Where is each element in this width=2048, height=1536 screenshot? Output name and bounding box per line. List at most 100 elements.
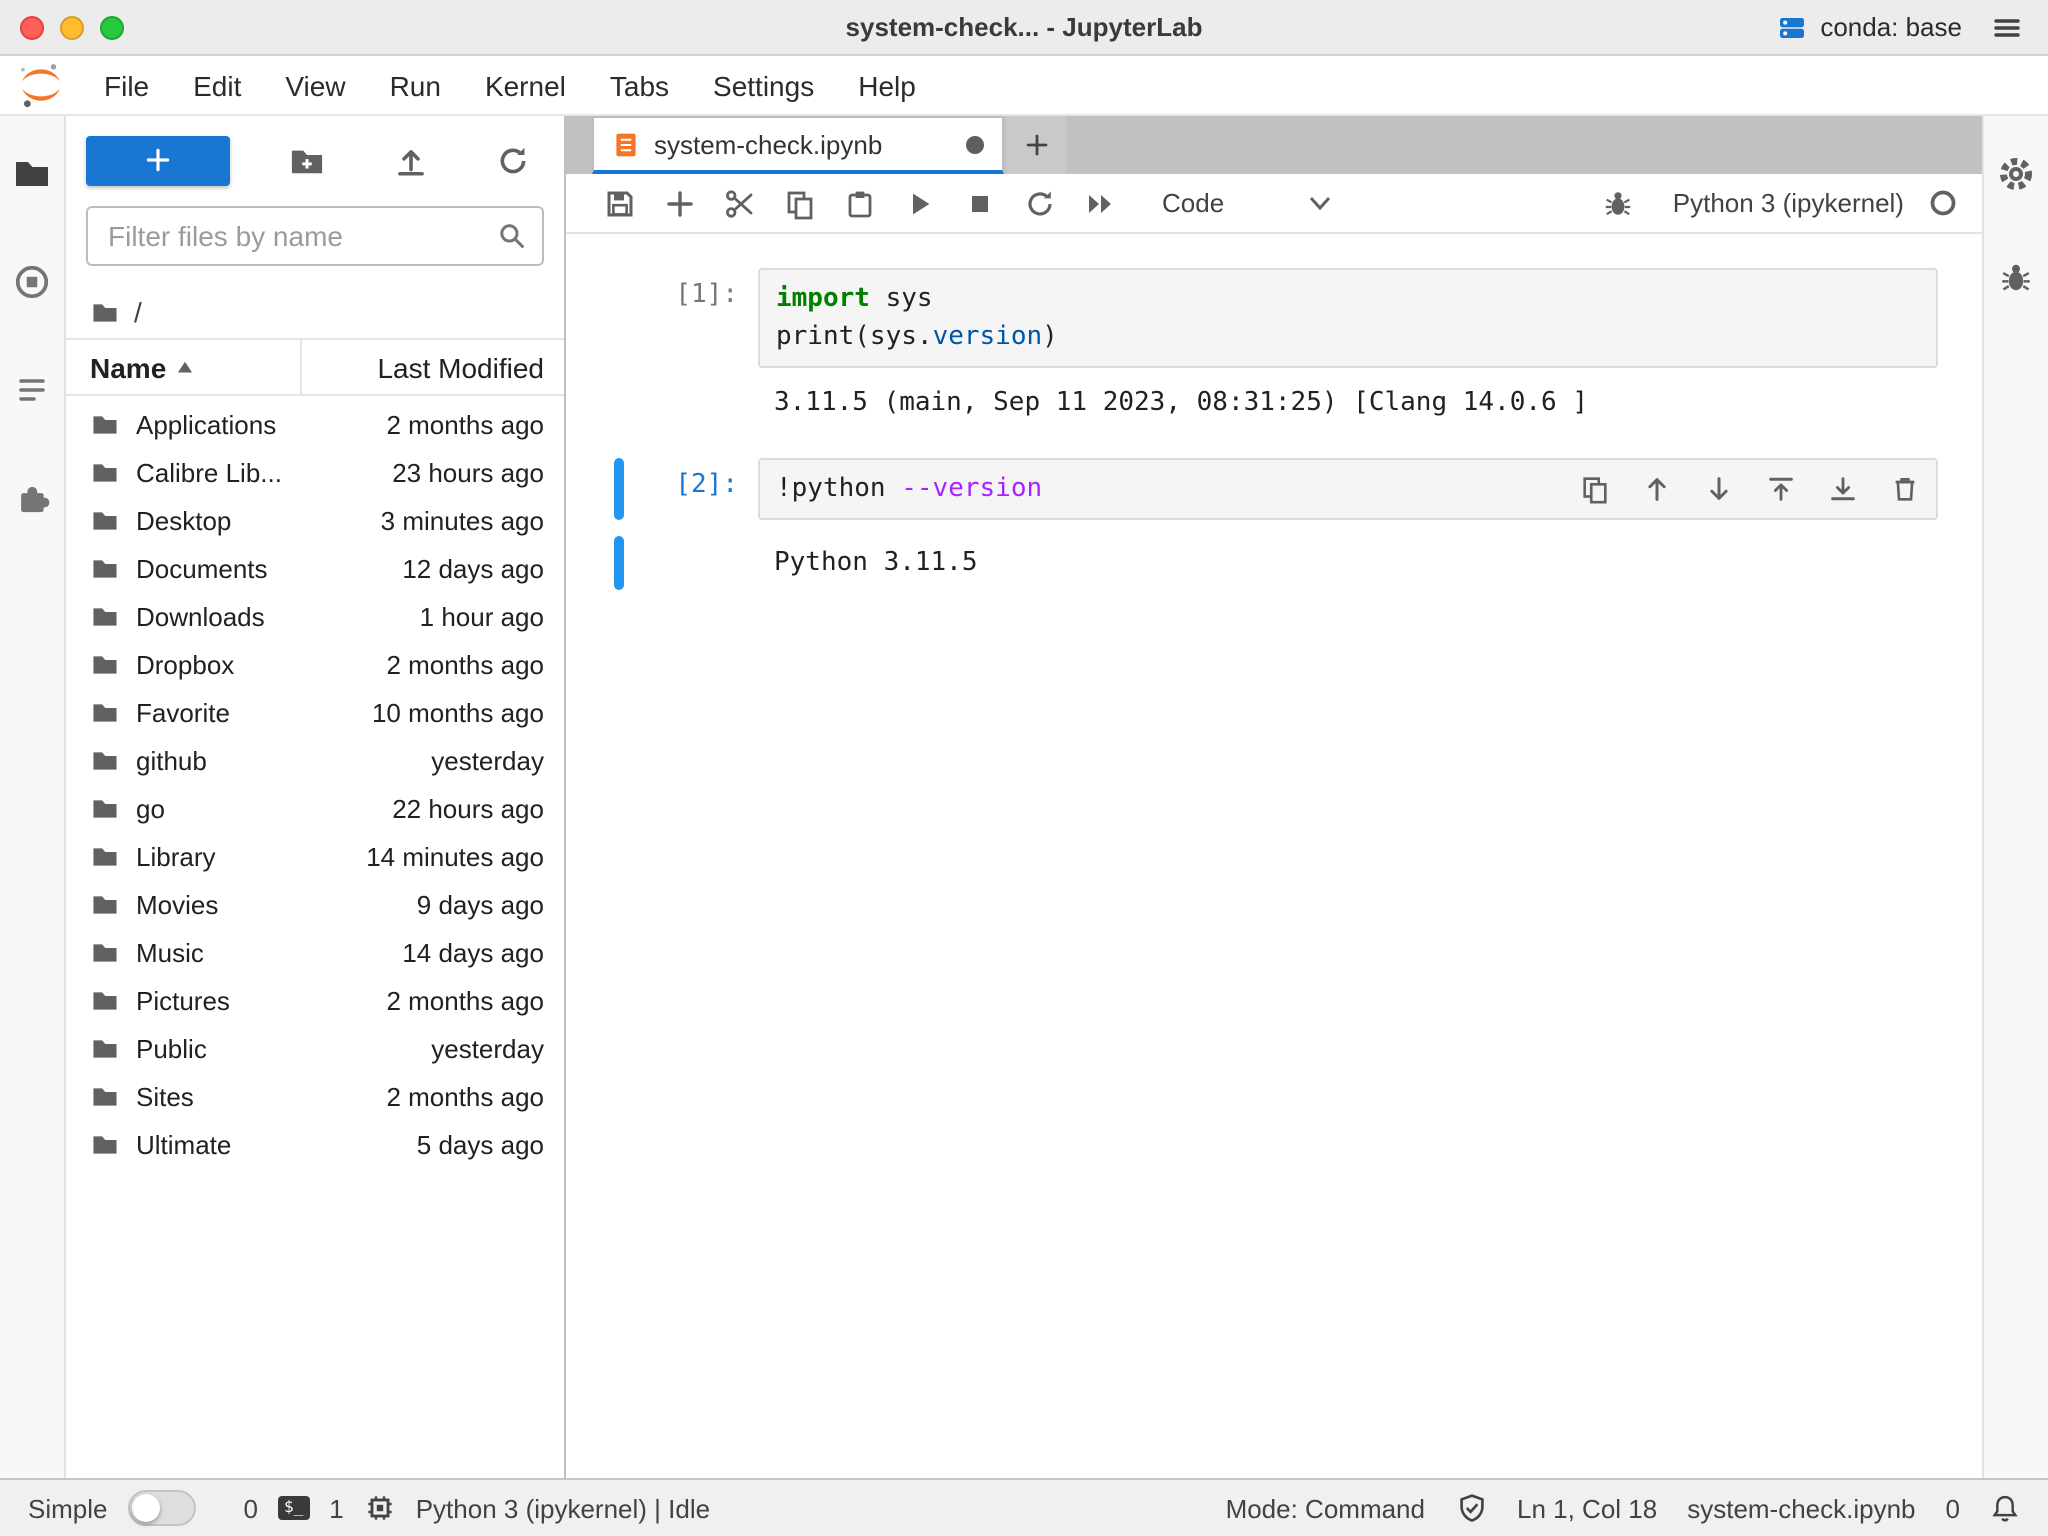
code-line: import sys — [776, 280, 1920, 318]
breadcrumb-root[interactable]: / — [134, 296, 142, 328]
folder-icon — [90, 987, 120, 1013]
property-inspector-gear-icon[interactable] — [1994, 152, 2038, 196]
file-name: go — [136, 793, 165, 823]
debugger-toggle-icon[interactable] — [1589, 175, 1649, 231]
file-modified: 5 days ago — [417, 1129, 544, 1159]
hamburger-menu-icon[interactable] — [1990, 11, 2024, 43]
kernel-chip-icon[interactable] — [364, 1492, 396, 1524]
file-modified: 9 days ago — [417, 889, 544, 919]
paste-cells-button[interactable] — [830, 175, 890, 231]
terminals-count[interactable]: 0 — [244, 1493, 258, 1523]
filter-files-input[interactable] — [86, 206, 544, 266]
file-browser-tab-icon[interactable] — [10, 152, 54, 196]
conda-env-badge[interactable]: conda: base — [1776, 11, 1962, 43]
menu-tabs[interactable]: Tabs — [588, 69, 691, 101]
run-cell-button[interactable] — [890, 175, 950, 231]
file-row[interactable]: Applications 2 months ago — [66, 400, 564, 448]
notebook-content[interactable]: [1]: import sys print(sys.version) 3.11.… — [566, 234, 1982, 1478]
conda-stack-icon — [1776, 11, 1808, 43]
file-row[interactable]: Downloads 1 hour ago — [66, 592, 564, 640]
new-tab-button[interactable] — [1006, 116, 1066, 174]
menu-settings[interactable]: Settings — [691, 69, 836, 101]
file-row[interactable]: github yesterday — [66, 736, 564, 784]
upload-button[interactable] — [385, 134, 437, 186]
file-row[interactable]: Ultimate 5 days ago — [66, 1120, 564, 1168]
interrupt-kernel-button[interactable] — [950, 175, 1010, 231]
move-cell-down-icon[interactable] — [1702, 473, 1734, 505]
kernel-status-text[interactable]: Python 3 (ipykernel) | Idle — [416, 1493, 710, 1523]
move-cell-up-icon[interactable] — [1640, 473, 1672, 505]
folder-icon — [90, 1035, 120, 1061]
folder-icon — [90, 651, 120, 677]
cell-2-output-collapser[interactable] — [614, 536, 624, 590]
simple-mode-toggle[interactable] — [128, 1490, 196, 1526]
file-row[interactable]: Calibre Lib... 23 hours ago — [66, 448, 564, 496]
menu-kernel[interactable]: Kernel — [463, 69, 588, 101]
new-launcher-button[interactable] — [86, 135, 230, 185]
table-of-contents-icon[interactable] — [10, 368, 54, 412]
cursor-position[interactable]: Ln 1, Col 18 — [1517, 1493, 1657, 1523]
code-token: import — [776, 284, 870, 314]
file-row[interactable]: Library 14 minutes ago — [66, 832, 564, 880]
running-kernels-icon[interactable] — [10, 260, 54, 304]
statusbar-filename: system-check.ipynb — [1687, 1493, 1915, 1523]
kernel-status-idle-icon[interactable] — [1928, 188, 1958, 218]
menu-run[interactable]: Run — [368, 69, 463, 101]
file-row[interactable]: go 22 hours ago — [66, 784, 564, 832]
cut-cells-button[interactable] — [710, 175, 770, 231]
menu-file[interactable]: File — [82, 69, 171, 101]
cell-2-code-input[interactable]: !python --version — [758, 458, 1938, 520]
tab-system-check-ipynb[interactable]: system-check.ipynb — [592, 116, 1004, 174]
workspace: system-check.ipynb — [566, 116, 1982, 1478]
trust-shield-icon[interactable] — [1455, 1492, 1487, 1524]
tab-dirty-indicator[interactable] — [966, 135, 984, 153]
kernels-count[interactable]: 1 — [329, 1493, 343, 1523]
code-token: ) — [1042, 322, 1058, 352]
file-row[interactable]: Pictures 2 months ago — [66, 976, 564, 1024]
file-row[interactable]: Dropbox 2 months ago — [66, 640, 564, 688]
file-row[interactable]: Documents 12 days ago — [66, 544, 564, 592]
file-name: Music — [136, 937, 204, 967]
file-row[interactable]: Sites 2 months ago — [66, 1072, 564, 1120]
kernel-name-button[interactable]: Python 3 (ipykernel) — [1673, 188, 1904, 218]
file-row[interactable]: Music 14 days ago — [66, 928, 564, 976]
file-row[interactable]: Public yesterday — [66, 1024, 564, 1072]
column-header-name[interactable]: Name — [66, 340, 300, 394]
conda-env-label: conda: base — [1820, 12, 1962, 42]
cell-1-code-input[interactable]: import sys print(sys.version) — [758, 268, 1938, 368]
file-row[interactable]: Movies 9 days ago — [66, 880, 564, 928]
file-name: Sites — [136, 1081, 194, 1111]
terminal-icon[interactable]: $_ — [278, 1496, 309, 1520]
file-modified: 2 months ago — [386, 649, 544, 679]
column-header-modified[interactable]: Last Modified — [300, 340, 564, 394]
home-folder-icon[interactable] — [90, 299, 120, 325]
cell-2-input-collapser[interactable] — [614, 458, 624, 520]
menu-help[interactable]: Help — [836, 69, 938, 101]
file-row[interactable]: Desktop 3 minutes ago — [66, 496, 564, 544]
file-row[interactable]: Favorite 10 months ago — [66, 688, 564, 736]
folder-icon — [90, 1131, 120, 1157]
restart-kernel-button[interactable] — [1010, 175, 1070, 231]
refresh-button[interactable] — [488, 134, 540, 186]
delete-cell-icon[interactable] — [1888, 473, 1920, 505]
cell-1-collapser — [614, 268, 624, 368]
debugger-sidebar-bug-icon[interactable] — [1994, 256, 2038, 300]
command-mode-indicator[interactable]: Mode: Command — [1226, 1493, 1425, 1523]
insert-cell-below-icon[interactable] — [1826, 473, 1858, 505]
cell-type-dropdown[interactable]: Code — [1162, 188, 1332, 218]
save-button[interactable] — [590, 175, 650, 231]
insert-cell-above-icon[interactable] — [1764, 473, 1796, 505]
restart-run-all-button[interactable] — [1070, 175, 1130, 231]
notebook-icon — [612, 129, 640, 159]
folder-icon — [90, 891, 120, 917]
file-modified: 1 hour ago — [420, 601, 544, 631]
notification-bell-icon[interactable] — [1990, 1492, 2020, 1524]
menu-edit[interactable]: Edit — [171, 69, 263, 101]
new-folder-button[interactable] — [281, 134, 333, 186]
extension-manager-icon[interactable] — [10, 476, 54, 520]
insert-cell-button[interactable] — [650, 175, 710, 231]
menu-view[interactable]: View — [263, 69, 367, 101]
copy-cells-button[interactable] — [770, 175, 830, 231]
cell-type-value: Code — [1162, 188, 1224, 218]
duplicate-cell-icon[interactable] — [1578, 473, 1610, 505]
